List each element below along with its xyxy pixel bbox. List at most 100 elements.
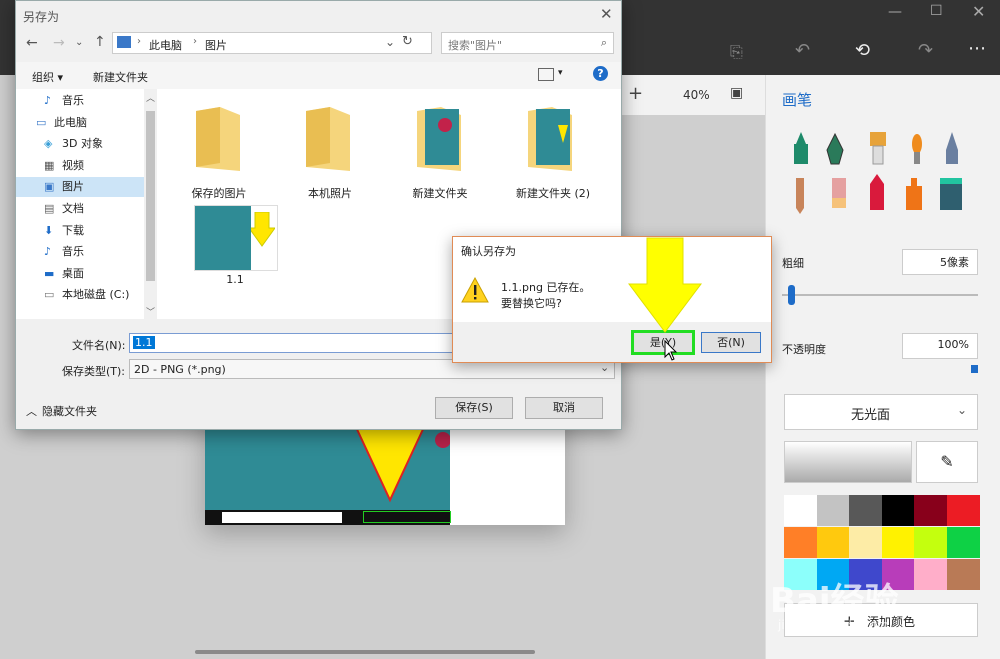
more-icon[interactable]: ⋯	[968, 38, 986, 59]
view-options-icon[interactable]	[538, 68, 554, 81]
zoom-in-icon[interactable]: +	[628, 83, 643, 104]
file-label[interactable]: 新建文件夹	[385, 185, 495, 201]
maximize-icon[interactable]: ☐	[930, 3, 943, 19]
tree-item[interactable]: ▭ 此电脑	[16, 113, 144, 133]
image-view-icon[interactable]: ▣	[730, 85, 743, 101]
scroll-down-icon[interactable]: ﹀	[146, 305, 155, 318]
breadcrumb-pictures[interactable]: 图片	[205, 37, 227, 53]
no-button[interactable]: 否(N)	[701, 332, 761, 353]
video-icon: ▦	[44, 158, 55, 172]
file-label[interactable]: 新建文件夹 (2)	[498, 185, 608, 201]
back-icon[interactable]: ←	[26, 35, 38, 51]
forward-icon[interactable]: →	[53, 35, 65, 51]
canvas-taskbar-search	[222, 512, 342, 523]
file-label[interactable]: 保存的图片	[164, 185, 274, 201]
undo-icon[interactable]: ↶	[795, 40, 810, 61]
tree-item[interactable]: ▬ 桌面	[16, 264, 144, 284]
finish-dropdown[interactable]: 无光面 ⌄	[784, 394, 978, 430]
view-dropdown-icon[interactable]: ▾	[558, 68, 563, 78]
tree-item[interactable]: ⬇ 下载	[16, 221, 144, 241]
color-swatch[interactable]	[816, 527, 850, 558]
filetype-label: 保存类型(T):	[62, 365, 126, 378]
folder-icon[interactable]	[300, 103, 360, 173]
color-swatch[interactable]	[784, 495, 817, 526]
help-icon[interactable]: ?	[593, 66, 608, 81]
cancel-button[interactable]: 取消	[525, 397, 603, 419]
tree-item-label: 此电脑	[54, 115, 87, 129]
refresh-icon[interactable]: ↻	[402, 34, 413, 49]
minimize-icon[interactable]: —	[888, 4, 902, 20]
image-thumbnail[interactable]	[194, 205, 278, 271]
folder-with-image-icon[interactable]	[411, 103, 471, 173]
thickness-field[interactable]: 5像素	[902, 249, 978, 275]
thickness-slider[interactable]	[782, 294, 978, 296]
folder-icon[interactable]	[190, 103, 250, 173]
brush-tools[interactable]	[788, 130, 978, 215]
color-swatch[interactable]	[914, 495, 947, 526]
tree-item[interactable]: ▣ 图片	[16, 177, 144, 198]
collapse-chevron-icon[interactable]: ︿	[26, 403, 37, 419]
tree-item[interactable]: ▭ 本地磁盘 (C:)	[16, 285, 144, 305]
eyedropper-icon[interactable]: ✎	[916, 441, 978, 483]
tree-item[interactable]: ♪ 音乐	[16, 91, 144, 111]
tree-item-label: 文档	[62, 202, 84, 215]
tree-item[interactable]: ♪ 音乐	[16, 242, 144, 262]
breadcrumb-this-pc[interactable]: 此电脑	[149, 37, 182, 53]
color-swatch[interactable]	[881, 495, 915, 526]
confirm-save-as-dialog: 确认另存为 1.1.png 已存在。 要替换它吗? 是(Y) 否(N)	[452, 236, 772, 363]
folder-with-image-icon[interactable]	[522, 103, 582, 173]
picture-icon: ▣	[44, 180, 55, 194]
recent-chevron-icon[interactable]: ⌄	[75, 37, 83, 48]
down-arrow-icon	[251, 212, 275, 247]
close-app-icon[interactable]: ✕	[972, 2, 985, 21]
save-as-dialog: 另存为 ✕ ← → ⌄ ↑ › 此电脑 › 图片 ⌄ ↻ 搜索"图片" ⌕ 组织…	[15, 0, 622, 430]
pencil-icon	[796, 178, 804, 214]
tree-scrollbar[interactable]: ︿ ﹀	[144, 89, 157, 319]
scroll-up-icon[interactable]: ︿	[146, 91, 155, 104]
tree-item-label: 桌面	[62, 266, 84, 280]
color-swatch[interactable]	[881, 527, 915, 558]
tree-item-label: 音乐	[62, 94, 84, 107]
thickness-slider-handle[interactable]	[788, 285, 795, 305]
file-label[interactable]: 1.1	[180, 273, 290, 286]
desktop-icon: ▬	[44, 266, 55, 280]
tree-item[interactable]: ▤ 文档	[16, 199, 144, 219]
eraser-icon	[832, 178, 846, 208]
tree-item-label: 3D 对象	[62, 137, 103, 151]
file-label[interactable]: 本机照片	[275, 185, 385, 201]
color-swatch[interactable]	[946, 495, 980, 526]
hide-folders-button[interactable]: 隐藏文件夹	[42, 403, 97, 419]
opacity-slider-handle[interactable]	[971, 365, 978, 373]
color-swatch[interactable]	[946, 527, 980, 558]
tree-item[interactable]: ◈ 3D 对象	[16, 134, 144, 154]
close-icon[interactable]: ✕	[600, 5, 613, 23]
canvas-horizontal-scrollbar[interactable]	[195, 650, 535, 654]
save-button[interactable]: 保存(S)	[435, 397, 513, 419]
search-input[interactable]: 搜索"图片" ⌕	[441, 32, 614, 54]
redo-icon[interactable]: ↷	[918, 40, 933, 61]
new-folder-button[interactable]: 新建文件夹	[93, 69, 148, 85]
color-swatch[interactable]	[946, 559, 980, 590]
tree-item-label: 视频	[62, 158, 84, 172]
history-icon[interactable]: ⟲	[855, 40, 870, 61]
paste-icon[interactable]: ⎘	[730, 42, 743, 62]
color-swatch[interactable]	[914, 559, 947, 590]
opacity-field[interactable]: 100%	[902, 333, 978, 359]
organize-button[interactable]: 组织 ▾	[32, 69, 63, 85]
tree-item[interactable]: ▦ 视频	[16, 156, 144, 176]
color-swatch[interactable]	[784, 527, 817, 558]
tree-item-label: 图片	[62, 180, 84, 194]
color-swatch[interactable]	[914, 527, 947, 558]
zoom-level: 40%	[683, 88, 710, 102]
color-swatch[interactable]	[849, 527, 882, 558]
scroll-thumb[interactable]	[146, 111, 155, 281]
search-placeholder: 搜索"图片"	[448, 39, 503, 52]
address-bar[interactable]: › 此电脑 › 图片 ⌄ ↻	[112, 32, 432, 54]
address-dropdown-icon[interactable]: ⌄	[385, 35, 395, 49]
calligraphy-pen-icon	[826, 132, 844, 165]
music-note-icon: ♪	[44, 245, 52, 259]
up-icon[interactable]: ↑	[94, 34, 106, 50]
oil-brush-icon	[870, 132, 886, 165]
color-swatch[interactable]	[816, 495, 850, 526]
color-swatch[interactable]	[849, 495, 882, 526]
